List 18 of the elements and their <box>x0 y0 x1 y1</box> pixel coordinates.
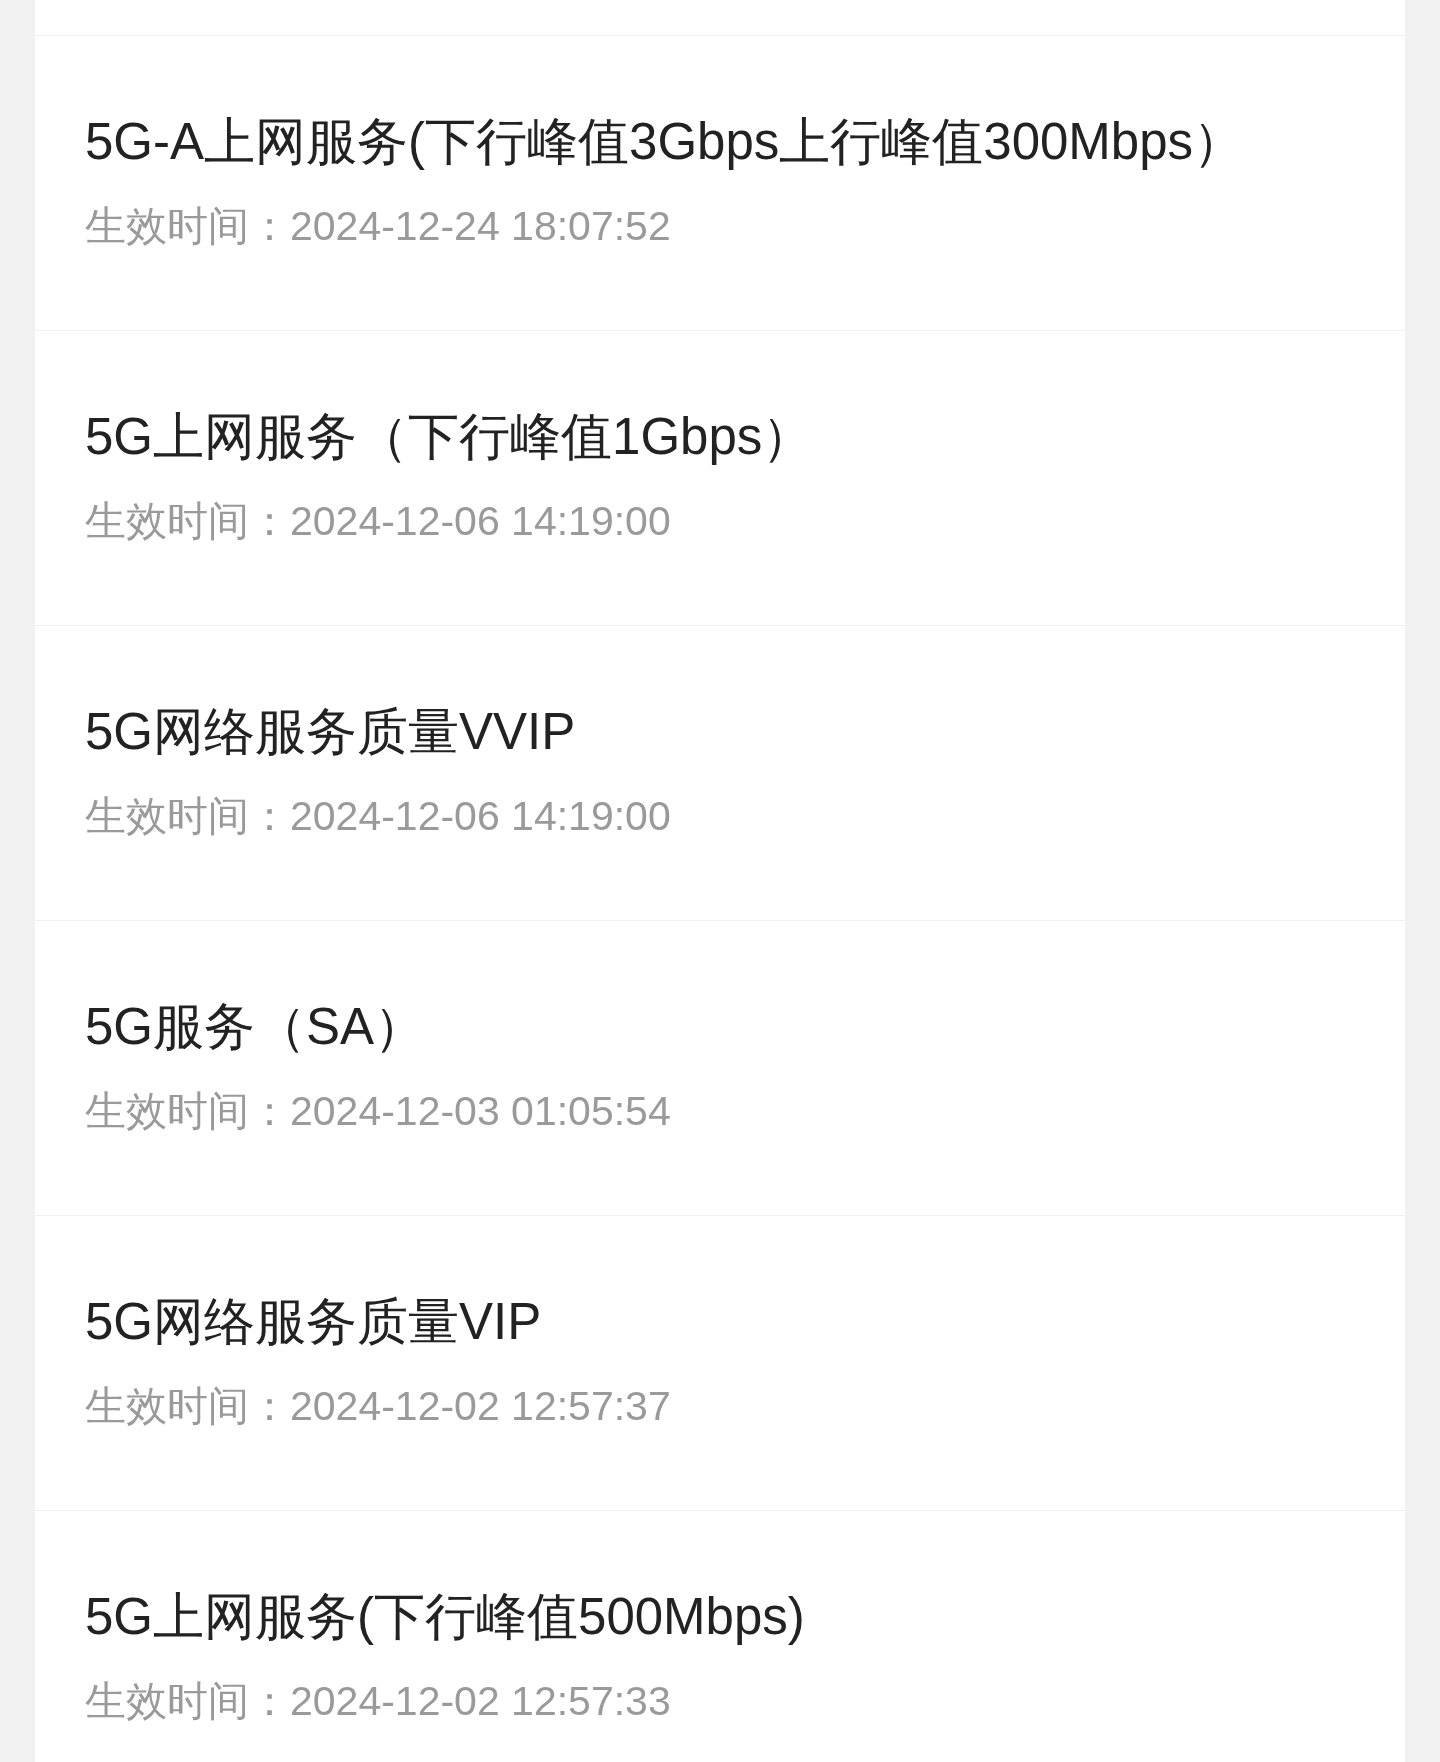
service-title: 5G网络服务质量VIP <box>85 1292 543 1352</box>
service-card[interactable]: 5G网络服务质量VVIP 生效时间：2024-12-06 14:19:00 <box>35 626 1405 920</box>
effective-time: 生效时间：2024-12-02 12:57:33 <box>85 1677 672 1726</box>
effective-time: 生效时间：2024-12-06 14:19:00 <box>85 792 672 841</box>
service-card[interactable]: 5G上网服务(下行峰值500Mbps) 生效时间：2024-12-02 12:57:33 <box>35 1511 1405 1762</box>
service-card[interactable]: 5G-A上网服务(下行峰值3Gbps上行峰值300Mbps） 生效时间：2024-12-24 18:07:52 <box>35 36 1405 330</box>
service-title: 5G-A上网服务(下行峰值3Gbps上行峰值300Mbps） <box>85 112 1246 172</box>
service-title: 5G服务（SA） <box>85 997 427 1057</box>
service-title: 5G上网服务（下行峰值1Gbps） <box>85 407 815 467</box>
effective-time: 生效时间：2024-12-24 18:07:52 <box>85 202 672 251</box>
service-card[interactable]: 5G上网服务（下行峰值1Gbps） 生效时间：2024-12-06 14:19:00 <box>35 331 1405 625</box>
service-card[interactable]: 5G服务（SA） 生效时间：2024-12-03 01:05:54 <box>35 921 1405 1215</box>
effective-time: 生效时间：2024-12-02 12:57:37 <box>85 1382 672 1431</box>
effective-time: 生效时间：2024-12-03 01:05:54 <box>85 1087 672 1136</box>
effective-time: 生效时间：2024-12-06 14:19:00 <box>85 497 672 546</box>
service-title: 5G上网服务(下行峰值500Mbps) <box>85 1587 806 1647</box>
service-card[interactable]: 5G网络服务质量VIP 生效时间：2024-12-02 12:57:37 <box>35 1216 1405 1510</box>
service-title: 5G网络服务质量VVIP <box>85 702 577 762</box>
